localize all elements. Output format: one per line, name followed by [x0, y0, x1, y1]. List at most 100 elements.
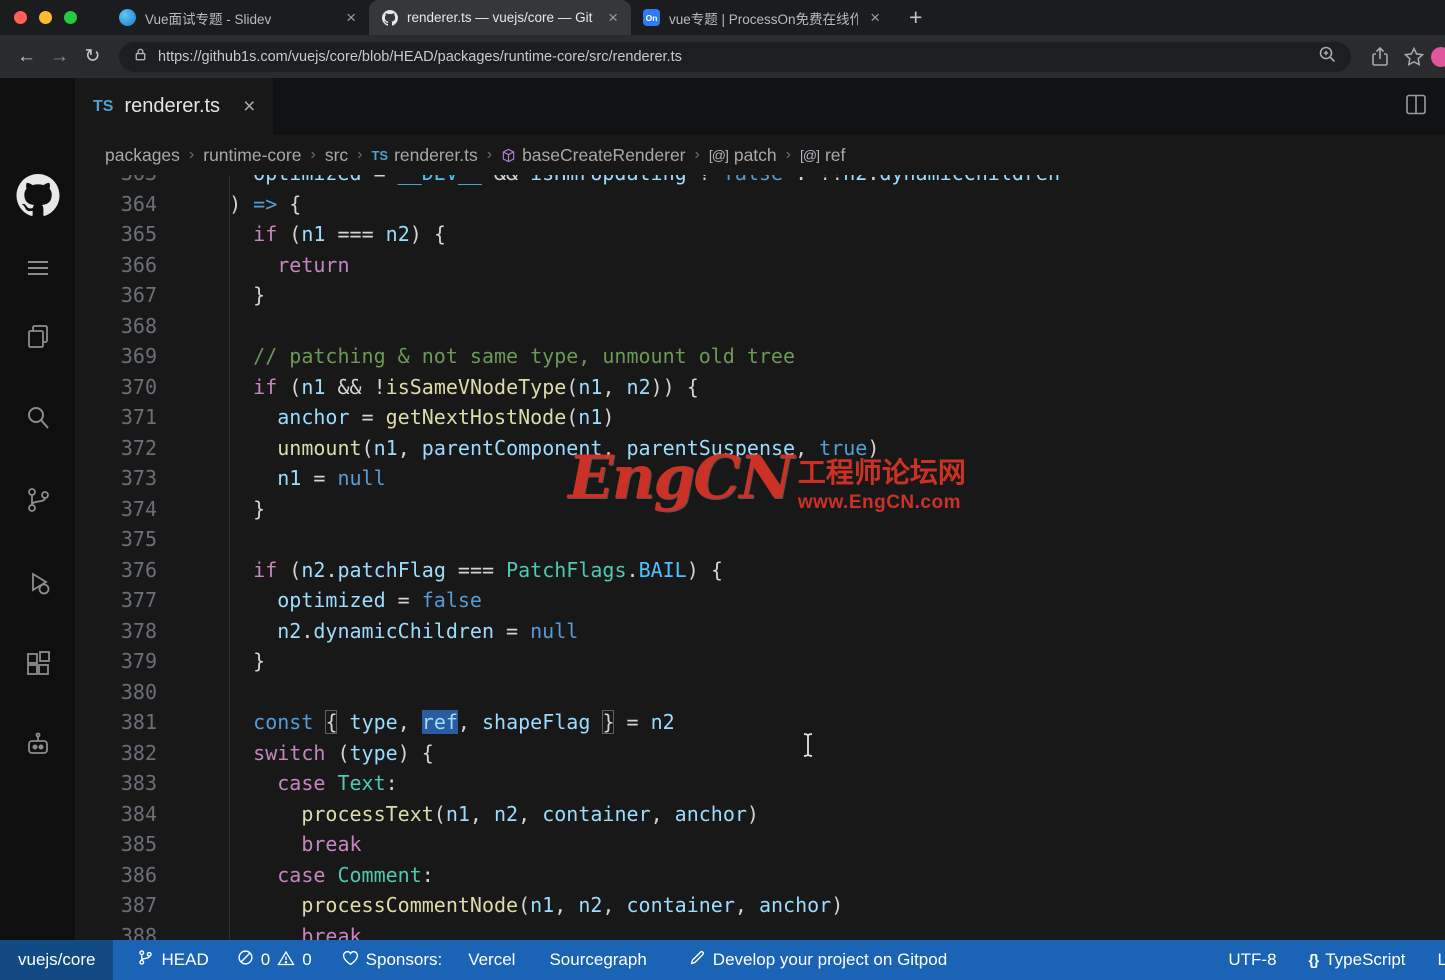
extensions-icon[interactable]	[23, 649, 53, 684]
code-line-375[interactable]: 375	[75, 524, 1445, 555]
close-window-button[interactable]	[14, 11, 27, 24]
sponsors-item[interactable]: Sponsors:	[342, 950, 443, 971]
breadcrumb-item-packages[interactable]: packages	[105, 145, 180, 166]
code-line-374[interactable]: 374 }	[75, 494, 1445, 525]
code-line-387[interactable]: 387 processCommentNode(n1, n2, container…	[75, 890, 1445, 921]
line-number[interactable]: 363	[75, 175, 205, 189]
close-tab-icon[interactable]: ×	[867, 9, 883, 26]
line-number[interactable]: 369	[75, 341, 205, 372]
reload-icon[interactable]: ↻	[76, 45, 109, 68]
line-number[interactable]: 371	[75, 402, 205, 433]
code-line-386[interactable]: 386 case Comment:	[75, 860, 1445, 891]
code-line-381[interactable]: 381 const { type, ref, shapeFlag } = n2	[75, 707, 1445, 738]
code-line-371[interactable]: 371 anchor = getNextHostNode(n1)	[75, 402, 1445, 433]
line-number[interactable]: 384	[75, 799, 205, 830]
line-number[interactable]: 370	[75, 372, 205, 403]
line-number[interactable]: 373	[75, 463, 205, 494]
line-number[interactable]: 388	[75, 921, 205, 941]
code-area[interactable]: 363 optimized = __DEV__ && isHmrUpdating…	[75, 175, 1445, 940]
remote-indicator[interactable]: vuejs/core	[0, 940, 113, 980]
line-number[interactable]: 385	[75, 829, 205, 860]
breadcrumb-item-src[interactable]: src	[325, 145, 348, 166]
line-col-indicator[interactable]: L	[1438, 950, 1445, 970]
line-number[interactable]: 380	[75, 677, 205, 708]
editor-tab-renderer-ts[interactable]: TS renderer.ts ×	[75, 78, 273, 135]
line-number[interactable]: 377	[75, 585, 205, 616]
code-line-363[interactable]: 363 optimized = __DEV__ && isHmrUpdating…	[75, 175, 1445, 189]
code-line-388[interactable]: 388 break	[75, 921, 1445, 941]
code-text[interactable]: if (n1 === n2) {	[205, 219, 1445, 250]
code-text[interactable]: optimized = __DEV__ && isHmrUpdating ? f…	[205, 175, 1445, 189]
line-number[interactable]: 367	[75, 280, 205, 311]
search-icon[interactable]	[23, 403, 53, 438]
browser-tab-slidev[interactable]: Vue面试专题 - Slidev ×	[107, 0, 369, 35]
code-line-384[interactable]: 384 processText(n1, n2, container, ancho…	[75, 799, 1445, 830]
explorer-icon[interactable]	[23, 322, 53, 357]
code-text[interactable]: }	[205, 494, 1445, 525]
browser-tab-processon[interactable]: On vue专题 | ProcessOn免费在线作 ×	[631, 0, 893, 35]
code-text[interactable]: // patching & not same type, unmount old…	[205, 341, 1445, 372]
code-text[interactable]	[205, 677, 1445, 708]
line-number[interactable]: 376	[75, 555, 205, 586]
code-text[interactable]	[205, 524, 1445, 555]
code-text[interactable]: }	[205, 280, 1445, 311]
github-logo-icon[interactable]	[16, 174, 59, 222]
gitpod-item[interactable]: Develop your project on Gitpod	[689, 949, 947, 971]
code-line-366[interactable]: 366 return	[75, 250, 1445, 281]
fullscreen-window-button[interactable]	[64, 11, 77, 24]
line-number[interactable]: 366	[75, 250, 205, 281]
line-number[interactable]: 381	[75, 707, 205, 738]
line-number[interactable]: 375	[75, 524, 205, 555]
breadcrumb-item-renderer-ts[interactable]: TSrenderer.ts	[371, 145, 477, 166]
code-line-382[interactable]: 382 switch (type) {	[75, 738, 1445, 769]
code-text[interactable]: optimized = false	[205, 585, 1445, 616]
breadcrumb-item-patch[interactable]: [@]patch	[709, 145, 777, 166]
code-text[interactable]: if (n2.patchFlag === PatchFlags.BAIL) {	[205, 555, 1445, 586]
code-text[interactable]: n2.dynamicChildren = null	[205, 616, 1445, 647]
code-text[interactable]: const { type, ref, shapeFlag } = n2	[205, 707, 1445, 738]
code-text[interactable]: unmount(n1, parentComponent, parentSuspe…	[205, 433, 1445, 464]
browser-tab-github1s[interactable]: renderer.ts — vuejs/core — Git ×	[369, 0, 631, 35]
breadcrumb-item-ref[interactable]: [@]ref	[800, 145, 845, 166]
robot-icon[interactable]	[23, 730, 53, 765]
breadcrumb-item-runtime-core[interactable]: runtime-core	[203, 145, 301, 166]
code-line-385[interactable]: 385 break	[75, 829, 1445, 860]
close-tab-icon[interactable]: ×	[605, 9, 621, 26]
minimize-window-button[interactable]	[39, 11, 52, 24]
code-line-365[interactable]: 365 if (n1 === n2) {	[75, 219, 1445, 250]
code-line-369[interactable]: 369 // patching & not same type, unmount…	[75, 341, 1445, 372]
code-text[interactable]: processCommentNode(n1, n2, container, an…	[205, 890, 1445, 921]
code-line-379[interactable]: 379 }	[75, 646, 1445, 677]
close-tab-icon[interactable]: ×	[343, 9, 359, 26]
menu-icon[interactable]	[23, 253, 53, 288]
code-text[interactable]	[205, 311, 1445, 342]
language-indicator[interactable]: {} TypeScript	[1309, 950, 1406, 970]
line-number[interactable]: 374	[75, 494, 205, 525]
new-tab-button[interactable]: +	[909, 6, 922, 29]
line-number[interactable]: 386	[75, 860, 205, 891]
code-text[interactable]: switch (type) {	[205, 738, 1445, 769]
code-line-383[interactable]: 383 case Text:	[75, 768, 1445, 799]
sponsor-vercel[interactable]: Vercel	[468, 950, 515, 970]
line-number[interactable]: 387	[75, 890, 205, 921]
code-line-368[interactable]: 368	[75, 311, 1445, 342]
code-line-376[interactable]: 376 if (n2.patchFlag === PatchFlags.BAIL…	[75, 555, 1445, 586]
line-number[interactable]: 379	[75, 646, 205, 677]
code-text[interactable]: anchor = getNextHostNode(n1)	[205, 402, 1445, 433]
code-text[interactable]: case Text:	[205, 768, 1445, 799]
split-editor-icon[interactable]	[1403, 91, 1429, 122]
code-line-372[interactable]: 372 unmount(n1, parentComponent, parentS…	[75, 433, 1445, 464]
code-text[interactable]: return	[205, 250, 1445, 281]
code-text[interactable]: ) => {	[205, 189, 1445, 220]
code-line-377[interactable]: 377 optimized = false	[75, 585, 1445, 616]
branch-indicator[interactable]: HEAD	[137, 949, 208, 971]
line-number[interactable]: 364	[75, 189, 205, 220]
run-debug-icon[interactable]	[23, 567, 53, 602]
code-line-370[interactable]: 370 if (n1 && !isSameVNodeType(n1, n2)) …	[75, 372, 1445, 403]
breadcrumb-item-basecreaterenderer[interactable]: baseCreateRenderer	[501, 145, 685, 166]
share-icon[interactable]	[1363, 46, 1397, 68]
line-number[interactable]: 365	[75, 219, 205, 250]
line-number[interactable]: 378	[75, 616, 205, 647]
code-text[interactable]: }	[205, 646, 1445, 677]
code-text[interactable]: break	[205, 829, 1445, 860]
